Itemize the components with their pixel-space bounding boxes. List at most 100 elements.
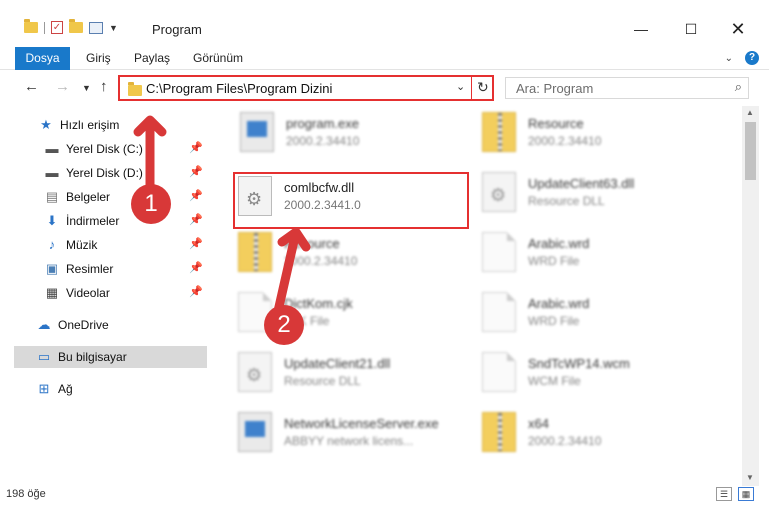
file-name: Resource <box>528 116 584 131</box>
new-folder-icon[interactable] <box>69 19 83 33</box>
file-meta: 2000.2.34410 <box>286 134 360 148</box>
ribbon-controls: ⌄ ? <box>725 51 759 65</box>
sidebar-item-label: Müzik <box>66 238 98 252</box>
pin-icon[interactable]: 📌 <box>189 141 203 154</box>
title-bar: ✓ ▼ Program — ☐ ✕ <box>0 0 769 45</box>
music-icon: ♪ <box>48 237 56 252</box>
file-name: x64 <box>528 416 549 431</box>
properties-check-icon[interactable]: ✓ <box>51 21 63 34</box>
file-name: UpdateClient21.dll <box>284 356 391 371</box>
list-item[interactable]: ⚙ UpdateClient63.dll Resource DLL <box>482 166 722 222</box>
file-meta: WRD File <box>528 314 580 328</box>
file-meta: ABBYY network licens... <box>284 434 414 448</box>
file-meta: 2000.2.34410 <box>528 434 602 448</box>
forward-arrow-icon[interactable]: → <box>55 78 70 95</box>
search-icon[interactable]: ⌕ <box>735 79 742 95</box>
pin-icon[interactable]: 📌 <box>189 213 203 226</box>
search-box[interactable]: Ara: Program ⌕ <box>505 77 749 99</box>
tab-home[interactable]: Giriş <box>86 47 111 70</box>
sidebar-item-disk-c[interactable]: ▬ Yerel Disk (C:) 📌 <box>44 138 207 160</box>
sidebar-item-videos[interactable]: ▦ Videolar 📌 <box>44 282 207 304</box>
list-item[interactable]: NetworkLicenseServer.exe ABBYY network l… <box>238 406 478 462</box>
sidebar-item-label: Yerel Disk (D:) <box>66 166 143 180</box>
vertical-scrollbar[interactable]: ▲ ▼ <box>742 106 759 486</box>
expand-ribbon-icon[interactable]: ⌄ <box>725 53 733 64</box>
pin-icon[interactable]: 📌 <box>189 285 203 298</box>
customize-icon[interactable] <box>89 21 103 34</box>
sidebar-item-documents[interactable]: ▤ Belgeler 📌 <box>44 186 207 208</box>
file-name: Arabic.wrd <box>528 236 590 251</box>
list-item[interactable]: Resource 2000.2.34410 <box>482 106 722 162</box>
maximize-button[interactable]: ☐ <box>669 14 713 44</box>
list-item[interactable]: ⚙ UpdateClient21.dll Resource DLL <box>238 346 478 402</box>
up-arrow-icon[interactable]: ↑ <box>100 78 108 95</box>
help-icon[interactable]: ? <box>745 51 759 65</box>
pin-icon[interactable]: 📌 <box>189 189 203 202</box>
list-item[interactable]: Arabic.wrd WRD File <box>482 226 722 282</box>
file-meta: Resource DLL <box>528 194 605 208</box>
ribbon-tabs: Dosya Giriş Paylaş Görünüm ⌄ ? <box>0 45 769 70</box>
file-meta: Resource DLL <box>284 374 361 388</box>
document-file-icon <box>482 292 516 332</box>
details-view-icon[interactable]: ☰ <box>716 487 732 501</box>
back-arrow-icon[interactable]: ← <box>24 78 39 95</box>
list-item[interactable]: x64 2000.2.34410 <box>482 406 722 462</box>
quick-access-toolbar: ✓ ▼ <box>24 19 118 34</box>
status-bar: 198 öğe ☰ ▦ <box>0 486 769 514</box>
sidebar-item-label: Resimler <box>66 262 114 276</box>
sidebar-item-label: Bu bilgisayar <box>58 350 127 364</box>
tab-view[interactable]: Görünüm <box>193 47 243 70</box>
sidebar-item-quick-access[interactable]: ★ Hızlı erişim <box>38 114 231 136</box>
sidebar-item-this-pc[interactable]: ▭ Bu bilgisayar <box>14 346 207 368</box>
tab-share[interactable]: Paylaş <box>134 47 170 70</box>
recent-locations-icon[interactable]: ▼ <box>82 83 91 93</box>
file-name: Resource <box>284 236 340 251</box>
minimize-button[interactable]: — <box>619 14 663 44</box>
scroll-thumb[interactable] <box>745 122 756 180</box>
scroll-down-icon[interactable]: ▼ <box>746 473 754 482</box>
pin-icon[interactable]: 📌 <box>189 237 203 250</box>
gear-icon: ⚙ <box>246 365 263 385</box>
address-folder-icon <box>128 82 142 96</box>
file-meta: WCM File <box>528 374 581 388</box>
sidebar-item-pictures[interactable]: ▣ Resimler 📌 <box>44 258 207 280</box>
large-icons-view-icon[interactable]: ▦ <box>738 487 754 501</box>
highlight-box <box>233 172 469 229</box>
sidebar-item-label: Yerel Disk (C:) <box>66 142 143 156</box>
search-input[interactable]: Ara: Program <box>516 81 593 96</box>
sidebar-item-onedrive[interactable]: ☁ OneDrive <box>36 314 207 336</box>
sidebar-item-music[interactable]: ♪ Müzik 📌 <box>44 234 207 256</box>
file-name: program.exe <box>286 116 359 131</box>
refresh-icon[interactable]: ↻ <box>477 79 489 96</box>
videos-icon: ▦ <box>45 285 59 300</box>
qat-dropdown-icon[interactable]: ▼ <box>109 23 118 33</box>
list-item[interactable]: SndTcWP14.wcm WCM File <box>482 346 722 402</box>
address-path[interactable]: C:\Program Files\Program Dizini <box>146 81 332 96</box>
pin-icon[interactable]: 📌 <box>189 261 203 274</box>
close-button[interactable]: ✕ <box>716 14 760 44</box>
scroll-up-icon[interactable]: ▲ <box>746 108 754 117</box>
cloud-icon: ☁ <box>37 317 51 332</box>
file-meta: 2000.2.34410 <box>284 254 358 268</box>
file-name: UpdateClient63.dll <box>528 176 635 191</box>
dll-file-icon: ⚙ <box>238 352 272 392</box>
sidebar-item-label: Belgeler <box>66 190 111 204</box>
list-item[interactable]: Arabic.wrd WRD File <box>482 286 722 342</box>
pin-icon[interactable]: 📌 <box>189 165 203 178</box>
address-bar[interactable]: C:\Program Files\Program Dizini ⌄ ↻ <box>118 75 494 101</box>
sidebar-item-disk-d[interactable]: ▬ Yerel Disk (D:) 📌 <box>44 162 207 184</box>
sidebar-item-network[interactable]: ⊞ Ağ <box>36 378 207 400</box>
exe-file-icon <box>240 112 274 152</box>
drive-icon: ▬ <box>45 141 59 156</box>
address-dropdown-icon[interactable]: ⌄ <box>456 80 465 93</box>
list-item[interactable]: program.exe 2000.2.34410 <box>240 106 480 162</box>
window-title: Program <box>152 22 202 37</box>
documents-icon: ▤ <box>45 189 59 204</box>
sidebar-item-downloads[interactable]: ⬇ İndirmeler 📌 <box>44 210 207 232</box>
tab-file[interactable]: Dosya <box>15 47 70 70</box>
folder-icon[interactable] <box>24 19 38 33</box>
sidebar-item-label: OneDrive <box>58 318 109 332</box>
toolbar-divider <box>44 21 45 34</box>
list-item[interactable]: Resource 2000.2.34410 <box>238 226 478 282</box>
downloads-icon: ⬇ <box>46 213 58 228</box>
